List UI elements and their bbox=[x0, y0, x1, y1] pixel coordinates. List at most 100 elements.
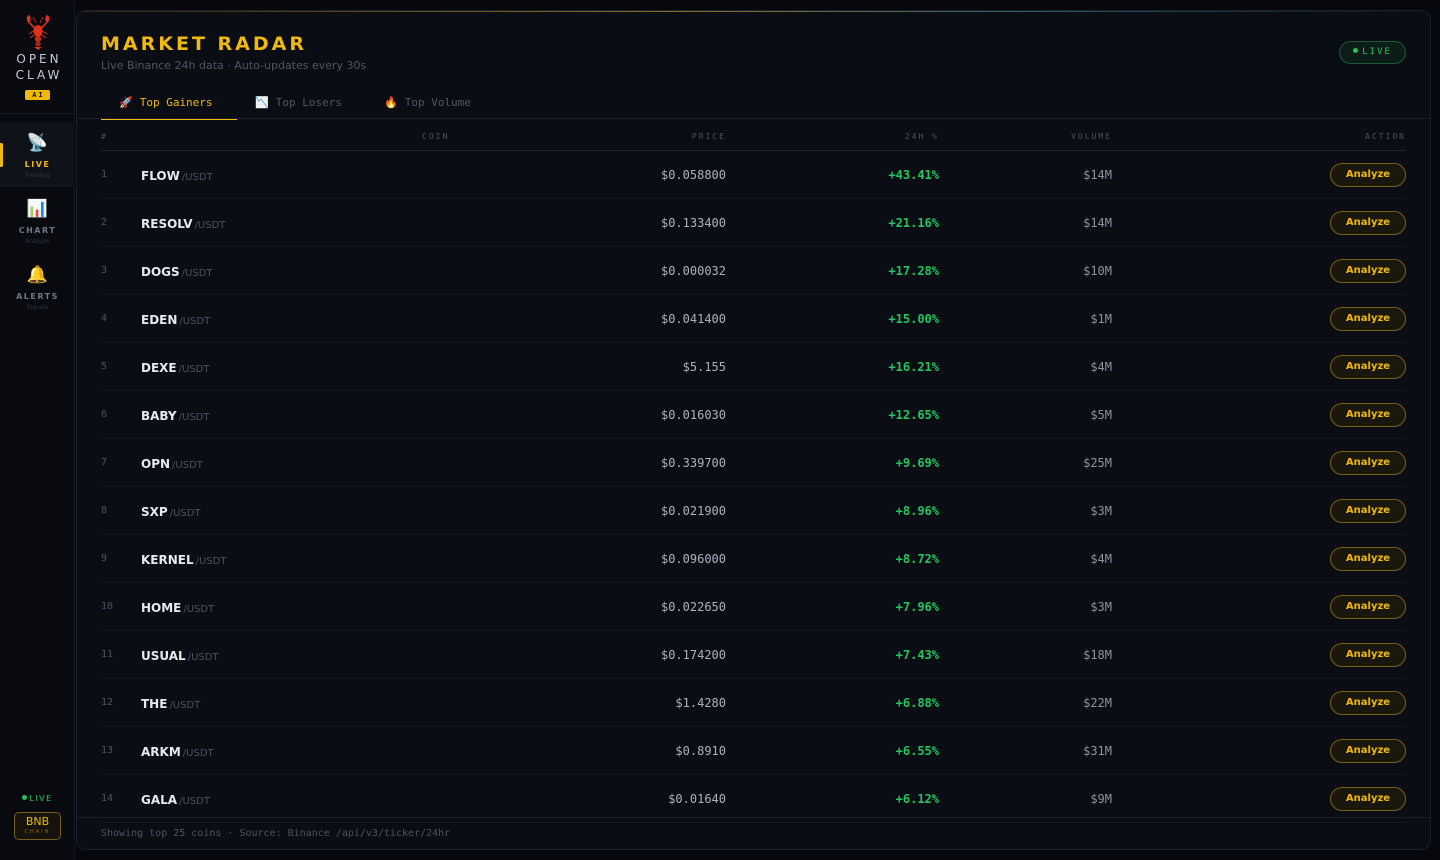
coin-quote: /USDT bbox=[179, 316, 211, 327]
nav-item-chart[interactable]: 📊 CHART Analysis bbox=[0, 189, 75, 253]
row-price: $0.01640 bbox=[668, 792, 726, 806]
table-row[interactable]: 1 FLOW/USDT $0.058800 +43.41% $14M Analyze bbox=[101, 151, 1406, 199]
bell-icon: 🔔 bbox=[26, 265, 49, 285]
table-row[interactable]: 7 OPN/USDT $0.339700 +9.69% $25M Analyze bbox=[101, 439, 1406, 487]
nav-sublabel: Trending bbox=[24, 172, 51, 179]
row-volume: $1M bbox=[1090, 312, 1112, 326]
panel-accent-line bbox=[77, 11, 1430, 12]
table-row[interactable]: 3 DOGS/USDT $0.000032 +17.28% $10M Analyze bbox=[101, 247, 1406, 295]
rocket-icon: 🚀 bbox=[119, 96, 133, 109]
row-coin: EDEN/USDT bbox=[141, 313, 210, 327]
table-row[interactable]: 2 RESOLV/USDT $0.133400 +21.16% $14M Analyze bbox=[101, 199, 1406, 247]
row-coin: DEXE/USDT bbox=[141, 361, 209, 375]
analyze-button[interactable]: Analyze bbox=[1330, 307, 1406, 331]
nav-label: ALERTS bbox=[16, 292, 59, 301]
row-change: +6.88% bbox=[895, 696, 939, 710]
column-header-volume[interactable]: VOLUME bbox=[1071, 132, 1112, 141]
coin-quote: /USDT bbox=[195, 556, 227, 567]
coin-symbol: RESOLV bbox=[141, 217, 193, 231]
analyze-button[interactable]: Analyze bbox=[1330, 451, 1406, 475]
row-change: +12.65% bbox=[888, 408, 939, 422]
row-change: +9.69% bbox=[895, 456, 939, 470]
coin-symbol: GALA bbox=[141, 793, 178, 807]
analyze-button[interactable]: Analyze bbox=[1330, 595, 1406, 619]
nav-item-alerts[interactable]: 🔔 ALERTS Signals bbox=[0, 255, 75, 319]
coin-symbol: KERNEL bbox=[141, 553, 194, 567]
row-coin: ARKM/USDT bbox=[141, 745, 214, 759]
row-coin: FLOW/USDT bbox=[141, 169, 213, 183]
table-row[interactable]: 4 EDEN/USDT $0.041400 +15.00% $1M Analyze bbox=[101, 295, 1406, 343]
tab-label: Top Gainers bbox=[139, 96, 213, 109]
row-rank: 14 bbox=[101, 793, 114, 804]
chain-badge[interactable]: BNB CHAIN bbox=[14, 812, 61, 840]
row-volume: $3M bbox=[1090, 504, 1112, 518]
row-coin: THE/USDT bbox=[141, 697, 200, 711]
fire-icon: 🔥 bbox=[384, 96, 398, 109]
column-header-coin[interactable]: COIN bbox=[422, 132, 449, 141]
analyze-button[interactable]: Analyze bbox=[1330, 787, 1406, 811]
nav-item-live[interactable]: 📡 LIVE Trending bbox=[0, 123, 75, 187]
row-volume: $14M bbox=[1083, 168, 1112, 182]
table-row[interactable]: 10 HOME/USDT $0.022650 +7.96% $3M Analyze bbox=[101, 583, 1406, 631]
table-row[interactable]: 12 THE/USDT $1.4280 +6.88% $22M Analyze bbox=[101, 679, 1406, 727]
coin-quote: /USDT bbox=[179, 796, 210, 807]
analyze-button[interactable]: Analyze bbox=[1330, 355, 1406, 379]
row-change: +7.96% bbox=[895, 600, 939, 614]
table-row[interactable]: 14 GALA/USDT $0.01640 +6.12% $9M Analyze bbox=[101, 775, 1406, 823]
analyze-button[interactable]: Analyze bbox=[1330, 691, 1406, 715]
row-price: $0.022650 bbox=[660, 600, 726, 614]
row-rank: 1 bbox=[101, 169, 108, 180]
tabs-divider bbox=[77, 118, 1430, 119]
nav-label: CHART bbox=[18, 226, 57, 235]
live-dot-icon bbox=[1353, 48, 1359, 53]
row-volume: $14M bbox=[1083, 216, 1112, 230]
row-price: $0.096000 bbox=[660, 552, 726, 566]
row-volume: $25M bbox=[1083, 456, 1112, 470]
coin-quote: /USDT bbox=[169, 700, 201, 711]
row-change: +7.43% bbox=[895, 648, 939, 662]
row-change: +16.21% bbox=[888, 360, 939, 374]
row-volume: $22M bbox=[1083, 696, 1112, 710]
brand-ai-badge: AI bbox=[25, 90, 50, 100]
row-change: +43.41% bbox=[888, 168, 939, 182]
table-row[interactable]: 5 DEXE/USDT $5.155 +16.21% $4M Analyze bbox=[101, 343, 1406, 391]
coin-symbol: OPN bbox=[141, 457, 171, 471]
tab-top-volume[interactable]: 🔥 Top Volume bbox=[366, 89, 496, 120]
row-change: +17.28% bbox=[888, 264, 939, 278]
tab-top-losers[interactable]: 📉 Top Losers bbox=[237, 89, 366, 120]
table-row[interactable]: 13 ARKM/USDT $0.8910 +6.55% $31M Analyze bbox=[101, 727, 1406, 775]
brand-logo[interactable]: OPEN CLAW AI bbox=[0, 14, 75, 101]
coin-quote: /USDT bbox=[178, 364, 210, 375]
table-row[interactable]: 8 SXP/USDT $0.021900 +8.96% $3M Analyze bbox=[101, 487, 1406, 535]
table-row[interactable]: 6 BABY/USDT $0.016030 +12.65% $5M Analyze bbox=[101, 391, 1406, 439]
live-status-badge: LIVE bbox=[1339, 41, 1406, 64]
row-price: $0.000032 bbox=[660, 264, 726, 278]
row-price: $0.041400 bbox=[660, 312, 726, 326]
analyze-button[interactable]: Analyze bbox=[1330, 739, 1406, 763]
column-header-price[interactable]: PRICE bbox=[692, 132, 726, 141]
tab-top-gainers[interactable]: 🚀 Top Gainers bbox=[101, 89, 237, 120]
analyze-button[interactable]: Analyze bbox=[1330, 211, 1406, 235]
analyze-button[interactable]: Analyze bbox=[1330, 403, 1406, 427]
row-coin: BABY/USDT bbox=[141, 409, 209, 423]
analyze-button[interactable]: Analyze bbox=[1330, 643, 1406, 667]
column-header-action: ACTION bbox=[1365, 132, 1406, 141]
table-row[interactable]: 9 KERNEL/USDT $0.096000 +8.72% $4M Analyze bbox=[101, 535, 1406, 583]
analyze-button[interactable]: Analyze bbox=[1330, 499, 1406, 523]
nav-label: LIVE bbox=[24, 160, 51, 169]
row-price: $0.339700 bbox=[660, 456, 726, 470]
row-volume: $4M bbox=[1090, 552, 1112, 566]
analyze-button[interactable]: Analyze bbox=[1330, 547, 1406, 571]
analyze-button[interactable]: Analyze bbox=[1330, 163, 1406, 187]
table-row[interactable]: 11 USUAL/USDT $0.174200 +7.43% $18M Analyze bbox=[101, 631, 1406, 679]
row-rank: 3 bbox=[101, 265, 108, 276]
bar-chart-icon: 📊 bbox=[26, 199, 49, 219]
row-change: +8.72% bbox=[895, 552, 939, 566]
tab-label: Top Losers bbox=[275, 96, 342, 109]
live-badge-label: LIVE bbox=[1362, 47, 1392, 57]
analyze-button[interactable]: Analyze bbox=[1330, 259, 1406, 283]
column-header-change[interactable]: 24H % bbox=[905, 132, 939, 141]
coin-symbol: THE bbox=[141, 697, 168, 711]
row-price: $0.021900 bbox=[660, 504, 726, 518]
row-volume: $5M bbox=[1090, 408, 1112, 422]
